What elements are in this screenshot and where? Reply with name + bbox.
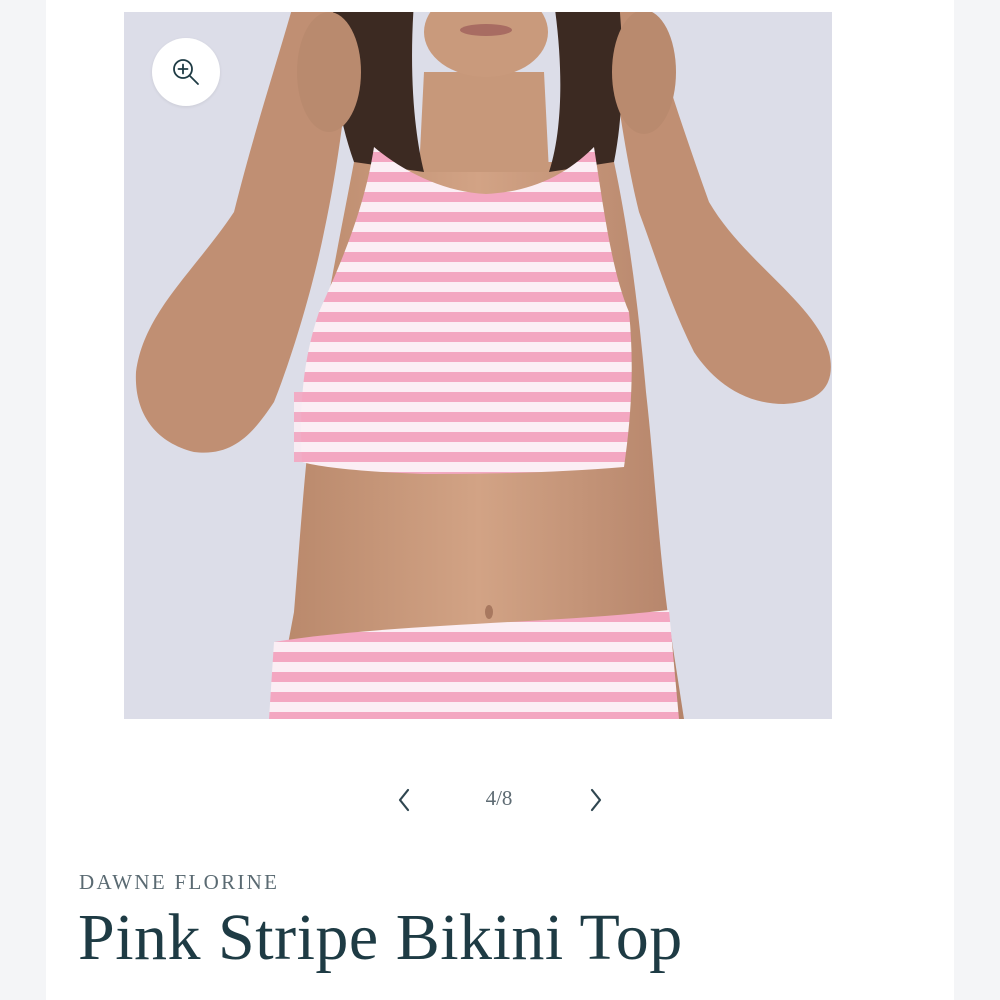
zoom-in-icon	[173, 59, 199, 85]
previous-slide-button[interactable]	[388, 784, 420, 816]
product-page: 4/8 DAWNE FLORINE Pink Stripe Bikini Top	[46, 0, 954, 1000]
product-photo	[124, 12, 832, 719]
product-image[interactable]	[124, 12, 832, 719]
chevron-left-icon	[398, 788, 410, 812]
product-title: Pink Stripe Bikini Top	[78, 901, 683, 974]
zoom-button[interactable]	[152, 38, 220, 106]
gallery-pager: 4/8	[46, 776, 954, 824]
slide-counter: 4/8	[485, 786, 513, 810]
chevron-right-icon	[590, 788, 602, 812]
next-slide-button[interactable]	[580, 784, 612, 816]
product-vendor: DAWNE FLORINE	[79, 870, 280, 894]
